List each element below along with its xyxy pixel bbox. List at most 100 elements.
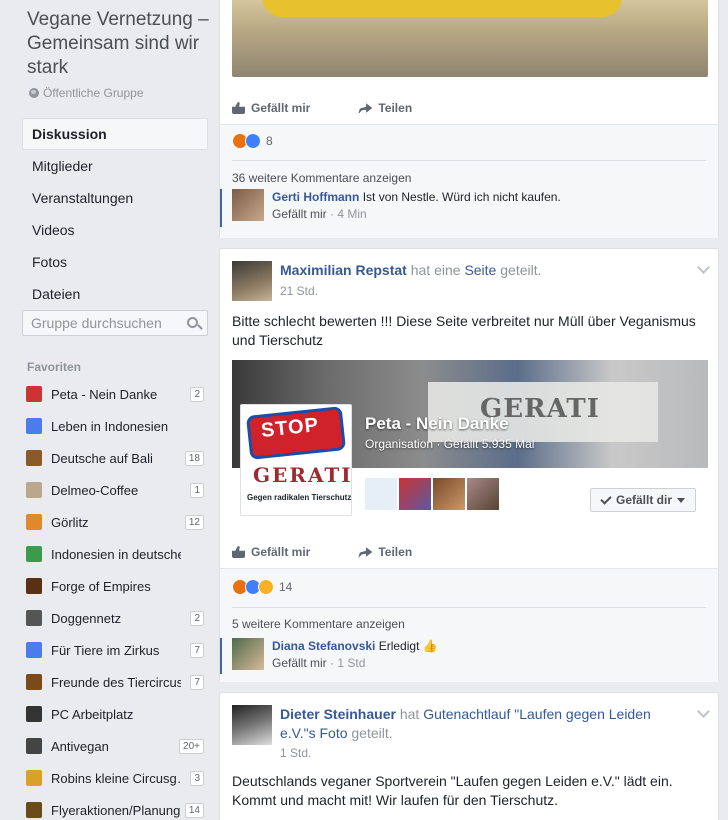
page-liked-button[interactable]: Gefällt dir [589, 488, 696, 512]
post-time[interactable]: 21 Std. [280, 284, 318, 298]
favorite-item[interactable]: Leben in Indonesien [22, 410, 208, 442]
favorite-item[interactable]: Delmeo-Coffee 1 [22, 474, 208, 506]
reaction-count: 14 [279, 580, 293, 594]
favorite-item[interactable]: Flyeraktionen/Planung 14 [22, 794, 208, 820]
chevron-down-icon[interactable] [697, 705, 710, 718]
avatar[interactable] [232, 638, 264, 670]
favorite-label: Doggennetz [51, 610, 122, 626]
favorite-item[interactable]: Deutsche auf Bali 18 [22, 442, 208, 474]
nav-item-fotos[interactable]: Fotos [22, 246, 208, 278]
nav-item-mitglieder[interactable]: Mitglieder [22, 150, 208, 182]
favorite-item[interactable]: Für Tiere im Zirkus 7 [22, 634, 208, 666]
unread-count-badge: 14 [184, 803, 204, 818]
comment-body: Diana Stefanovski Erledigt 👍 [272, 638, 438, 654]
page-liked-label: Gefällt dir [615, 493, 672, 507]
favorite-item[interactable]: Antivegan 20+ [22, 730, 208, 762]
post-1-actions: Gefällt mir Teilen [232, 101, 412, 115]
unread-count-badge: 12 [184, 515, 204, 530]
favorite-label: Antivegan [51, 738, 109, 754]
page-profile-picture[interactable]: STOP GERATI Gegen radikalen Tierschutz [240, 404, 352, 516]
nav-item-videos[interactable]: Videos [22, 214, 208, 246]
like-label: Gefällt mir [251, 545, 311, 559]
unread-count-badge: 1 [190, 483, 204, 498]
favorite-item[interactable]: Indonesien in deutschen… [22, 538, 208, 570]
favorite-item[interactable]: Freunde des Tiercircus 7 [22, 666, 208, 698]
share-button[interactable]: Teilen [358, 101, 412, 115]
group-icon [26, 514, 42, 530]
group-icon [26, 450, 42, 466]
favorite-label: Indonesien in deutschen… [51, 546, 181, 562]
post-time[interactable]: 1 Std. [280, 746, 311, 760]
shared-page-card[interactable]: GERATI STOP GERATI Gegen radikalen Tiers… [232, 360, 708, 520]
unread-count-badge: 7 [190, 643, 204, 658]
more-comments-link[interactable]: 36 weitere Kommentare anzeigen [232, 171, 411, 185]
nav-item-diskussion[interactable]: Diskussion [22, 118, 208, 150]
share-arrow-icon [358, 103, 373, 114]
avatar[interactable] [232, 189, 264, 221]
group-icon [26, 738, 42, 754]
post-1: Gefällt mir Teilen 8 36 weitere Kommenta… [219, 0, 719, 238]
unread-count-badge: 2 [190, 611, 204, 626]
post-text: Bitte schlecht bewerten !!! Diese Seite … [232, 313, 696, 348]
group-icon [26, 770, 42, 786]
comment-meta: Gefällt mir · 4 Min [272, 207, 367, 221]
post-2: Maximilian Repstat hat eine Seite geteil… [219, 248, 719, 682]
favorite-item[interactable]: Peta - Nein Danke 2 [22, 378, 208, 410]
chevron-down-icon[interactable] [697, 261, 710, 274]
avatar[interactable] [365, 478, 397, 510]
group-search-input[interactable]: Gruppe durchsuchen [22, 310, 208, 336]
check-icon [600, 492, 612, 505]
group-icon [26, 642, 42, 658]
search-icon[interactable] [187, 317, 198, 328]
post-author[interactable]: Dieter Steinhauer [280, 706, 396, 722]
search-placeholder: Gruppe durchsuchen [31, 315, 162, 331]
favorite-label: Für Tiere im Zirkus [51, 642, 160, 658]
avatar[interactable] [232, 705, 272, 745]
favorite-item[interactable]: Doggennetz 2 [22, 602, 208, 634]
avatar[interactable] [467, 478, 499, 510]
favorite-item[interactable]: PC Arbeitplatz [22, 698, 208, 730]
comment-author[interactable]: Diana Stefanovski [272, 639, 375, 653]
nav-item-dateien[interactable]: Dateien [22, 278, 208, 310]
group-icon [26, 482, 42, 498]
avatar[interactable] [433, 478, 465, 510]
favorite-label: Forge of Empires [51, 578, 151, 594]
post-author[interactable]: Maximilian Repstat [280, 262, 407, 278]
nav-item-veranstaltungen[interactable]: Veranstaltungen [22, 182, 208, 214]
share-button[interactable]: Teilen [358, 545, 412, 559]
thumbs-up-icon [232, 546, 245, 558]
brand-text: GERATI [253, 463, 353, 487]
page-name[interactable]: Peta - Nein Danke [365, 414, 509, 434]
divider [232, 160, 706, 161]
page-meta: Organisation · Gefällt 5.935 Mal [365, 437, 535, 451]
comment-text: Ist von Nestle. Würd ich nicht kaufen. [362, 190, 561, 204]
comment-like-link[interactable]: Gefällt mir [272, 656, 327, 670]
unread-count-badge: 3 [190, 771, 204, 786]
favorite-label: Deutsche auf Bali [51, 450, 153, 466]
favorite-label: Peta - Nein Danke [51, 386, 158, 402]
post-action-pre: hat [399, 706, 420, 722]
reactions-summary[interactable]: 8 [232, 133, 273, 149]
favorite-item[interactable]: Forge of Empires [22, 570, 208, 602]
group-icon [26, 610, 42, 626]
favorite-item[interactable]: Robins kleine Circusg… 3 [22, 762, 208, 794]
post-1-image[interactable] [232, 0, 708, 77]
group-icon [26, 706, 42, 722]
favorite-item[interactable]: Görlitz 12 [22, 506, 208, 538]
group-title[interactable]: Vegane Vernetzung – Gemeinsam sind wir s… [27, 8, 212, 80]
share-label: Teilen [378, 545, 413, 559]
more-comments-link[interactable]: 5 weitere Kommentare anzeigen [232, 617, 405, 631]
like-button[interactable]: Gefällt mir [232, 545, 310, 559]
thumbs-up-icon [232, 102, 245, 114]
reactions-summary[interactable]: 14 [232, 579, 292, 595]
post-action-link[interactable]: Seite [464, 262, 496, 278]
favorite-label: Delmeo-Coffee [51, 482, 139, 498]
comment-author[interactable]: Gerti Hoffmann [272, 190, 359, 204]
comment-like-link[interactable]: Gefällt mir [272, 207, 327, 221]
unread-count-badge: 18 [184, 451, 204, 466]
avatar[interactable] [399, 478, 431, 510]
post-header: Maximilian Repstat hat eine Seite geteil… [280, 261, 690, 280]
avatar[interactable] [232, 261, 272, 301]
like-button[interactable]: Gefällt mir [232, 101, 310, 115]
comment-text: Erledigt 👍 [378, 639, 438, 653]
